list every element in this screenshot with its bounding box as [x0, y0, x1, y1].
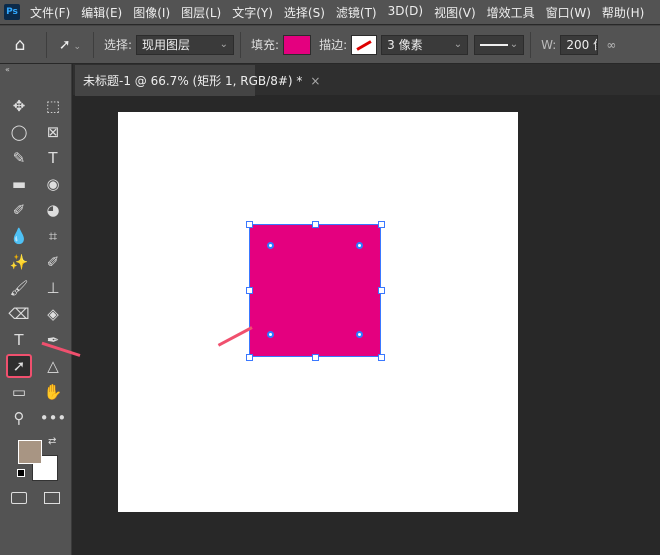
toolbar: « ✥ ⬚ ◯ ⊠ ✎ T ▬ ◉ ✐ ◕ 💧 ⌗ ✨ ✐ 🖌 ⊥ ⌫ ◈ T ✒ ➚ △ ▭ ✋ ⚲ ••• ⇄: [0, 64, 72, 555]
menu-item[interactable]: 3D(D): [388, 4, 423, 21]
document-tab-bar: 未标题-1 @ 66.7% (矩形 1, RGB/8#) * ×: [73, 64, 660, 96]
clone-stamp-tool[interactable]: ⊥: [40, 276, 66, 300]
menu-item[interactable]: 增效工具: [487, 4, 535, 21]
stroke-width-value: 3 像素: [387, 38, 423, 52]
transform-handle[interactable]: [246, 354, 253, 361]
direct-selection-tool[interactable]: ➚: [6, 354, 32, 378]
brush-tool[interactable]: 🖌: [6, 276, 32, 300]
corner-radius-handle[interactable]: [267, 242, 274, 249]
options-bar: ⌂ ➚ ⌄ 选择: 现用图层 ⌄ 填充: 描边: 3 像素 ⌄ ⌄ W: 200 像…: [0, 25, 660, 63]
corner-radius-handle[interactable]: [356, 242, 363, 249]
screen-mode-icon[interactable]: [44, 492, 60, 504]
ps-logo: Ps: [4, 4, 20, 20]
fill-swatch[interactable]: [283, 34, 312, 55]
select-label: 选择:: [104, 38, 133, 52]
link-icon[interactable]: ∞: [606, 38, 616, 52]
menu-item[interactable]: 帮助(H): [602, 4, 644, 21]
chevron-down-icon: ⌄: [219, 39, 229, 50]
zoom-tool[interactable]: ⚲: [6, 406, 32, 430]
color-sampler-tool[interactable]: ✐: [40, 250, 66, 274]
tool-preset-picker[interactable]: ➚ ⌄: [53, 37, 87, 53]
corner-radius-handle[interactable]: [267, 331, 274, 338]
menu-item[interactable]: 图层(L): [181, 4, 221, 21]
chevron-down-icon: ⌄: [453, 39, 463, 50]
fill-label: 填充:: [251, 38, 280, 52]
menu-bar: Ps 文件(F) 编辑(E) 图像(I) 图层(L) 文字(Y) 选择(S) 滤镜(T) 3D…: [0, 0, 660, 24]
document-tab-title: 未标题-1 @ 66.7% (矩形 1, RGB/8#) *: [83, 74, 303, 88]
transform-handle[interactable]: [378, 287, 385, 294]
stroke-label: 描边:: [319, 38, 348, 52]
foreground-color-swatch[interactable]: [18, 440, 42, 464]
transform-handle[interactable]: [312, 221, 319, 228]
menu-item[interactable]: 滤镜(T): [336, 4, 377, 21]
transform-handle[interactable]: [312, 354, 319, 361]
red-eye-tool[interactable]: ◉: [40, 172, 66, 196]
select-value: 现用图层: [142, 38, 191, 52]
close-icon[interactable]: ×: [310, 74, 320, 88]
swap-colors-icon[interactable]: ⇄: [48, 436, 56, 447]
frame-tool[interactable]: ⊠: [40, 120, 66, 144]
menu-item[interactable]: 编辑(E): [81, 4, 122, 21]
document-tab[interactable]: 未标题-1 @ 66.7% (矩形 1, RGB/8#) * ×: [75, 65, 320, 96]
transform-handle[interactable]: [378, 354, 385, 361]
eyedropper-tool[interactable]: ✐: [6, 198, 32, 222]
paint-bucket-tool[interactable]: ◈: [40, 302, 66, 326]
default-colors-icon[interactable]: [17, 469, 25, 477]
stroke-width-dropdown[interactable]: 3 像素 ⌄: [381, 34, 469, 55]
patch-tool[interactable]: ◕: [40, 198, 66, 222]
home-icon[interactable]: ⌂: [0, 35, 40, 55]
marquee-tool[interactable]: ⬚: [40, 94, 66, 118]
hand-tool[interactable]: ✋: [40, 380, 66, 404]
lasso-tool[interactable]: ◯: [6, 120, 32, 144]
transform-handle[interactable]: [246, 221, 253, 228]
width-label: W:: [541, 37, 557, 52]
crop-tool[interactable]: ⌗: [40, 224, 66, 248]
magic-wand-tool[interactable]: ✨: [6, 250, 32, 274]
quick-mask-icon[interactable]: [11, 492, 27, 504]
rectangle-tool[interactable]: ▭: [6, 380, 32, 404]
vertical-type-mask-tool[interactable]: T: [40, 146, 66, 170]
transform-handle[interactable]: [246, 287, 253, 294]
menu-item[interactable]: 图像(I): [133, 4, 170, 21]
width-input[interactable]: 200 像: [560, 34, 599, 55]
triangle-tool[interactable]: △: [40, 354, 66, 378]
menu-item[interactable]: 选择(S): [284, 4, 325, 21]
menu-item[interactable]: 视图(V): [434, 4, 476, 21]
blur-tool[interactable]: 💧: [6, 224, 32, 248]
select-dropdown[interactable]: 现用图层 ⌄: [136, 34, 235, 55]
quick-selection-tool[interactable]: ✎: [6, 146, 32, 170]
type-tool[interactable]: T: [6, 328, 32, 352]
move-tool[interactable]: ✥: [6, 94, 32, 118]
menu-item[interactable]: 窗口(W): [546, 4, 591, 21]
corner-radius-handle[interactable]: [356, 331, 363, 338]
menu-item[interactable]: 文字(Y): [232, 4, 273, 21]
menu-item[interactable]: 文件(F): [30, 4, 70, 21]
chevron-down-icon: ⌄: [509, 39, 519, 50]
stroke-swatch[interactable]: [351, 34, 378, 55]
collapse-icon[interactable]: «: [5, 65, 10, 74]
transform-handle[interactable]: [378, 221, 385, 228]
more-tools[interactable]: •••: [40, 406, 67, 430]
stroke-type-dropdown[interactable]: ⌄: [474, 34, 525, 55]
gradient-tool[interactable]: ▬: [6, 172, 32, 196]
eraser-tool[interactable]: ⌫: [6, 302, 32, 326]
